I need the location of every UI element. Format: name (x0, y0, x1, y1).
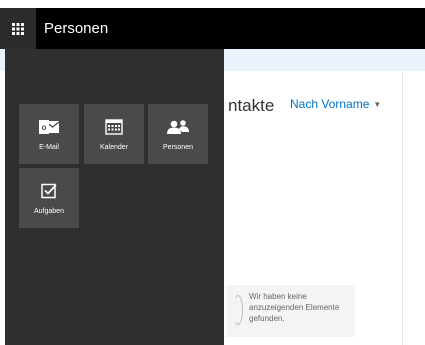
tile-calendar-label: Kalender (99, 144, 129, 151)
sort-dropdown[interactable]: Nach Vorname ▼ (290, 97, 381, 111)
contacts-heading: ntakte (228, 96, 275, 115)
svg-text:o: o (42, 123, 47, 132)
divider (402, 71, 403, 345)
outlook-icon: o (38, 116, 60, 138)
app-launcher-button[interactable] (0, 8, 36, 49)
tile-email-label: E-Mail (39, 144, 59, 151)
tile-calendar[interactable]: Kalender (84, 104, 144, 164)
tile-tasks[interactable]: Aufgaben (19, 168, 79, 228)
people-icon (166, 116, 190, 138)
tile-people[interactable]: Personen (148, 104, 208, 164)
top-bar: Personen (0, 8, 425, 49)
calendar-icon (105, 116, 123, 138)
tile-email[interactable]: o E-Mail (19, 104, 79, 164)
empty-state: Wir haben keine anzuzeigenden Elemente g… (227, 285, 355, 337)
chevron-down-icon: ▼ (373, 99, 382, 109)
tasks-icon (41, 180, 57, 202)
app-window: ntakte Nach Vorname ▼ Wir haben keine an… (0, 0, 425, 345)
empty-state-icon (233, 295, 243, 325)
empty-state-text: Wir haben keine anzuzeigenden Elemente g… (249, 292, 340, 323)
sort-dropdown-label: Nach Vorname (290, 97, 370, 111)
tile-tasks-label: Aufgaben (34, 208, 64, 215)
tile-people-label: Personen (163, 144, 193, 151)
waffle-icon (12, 22, 24, 35)
app-title: Personen (44, 20, 109, 37)
